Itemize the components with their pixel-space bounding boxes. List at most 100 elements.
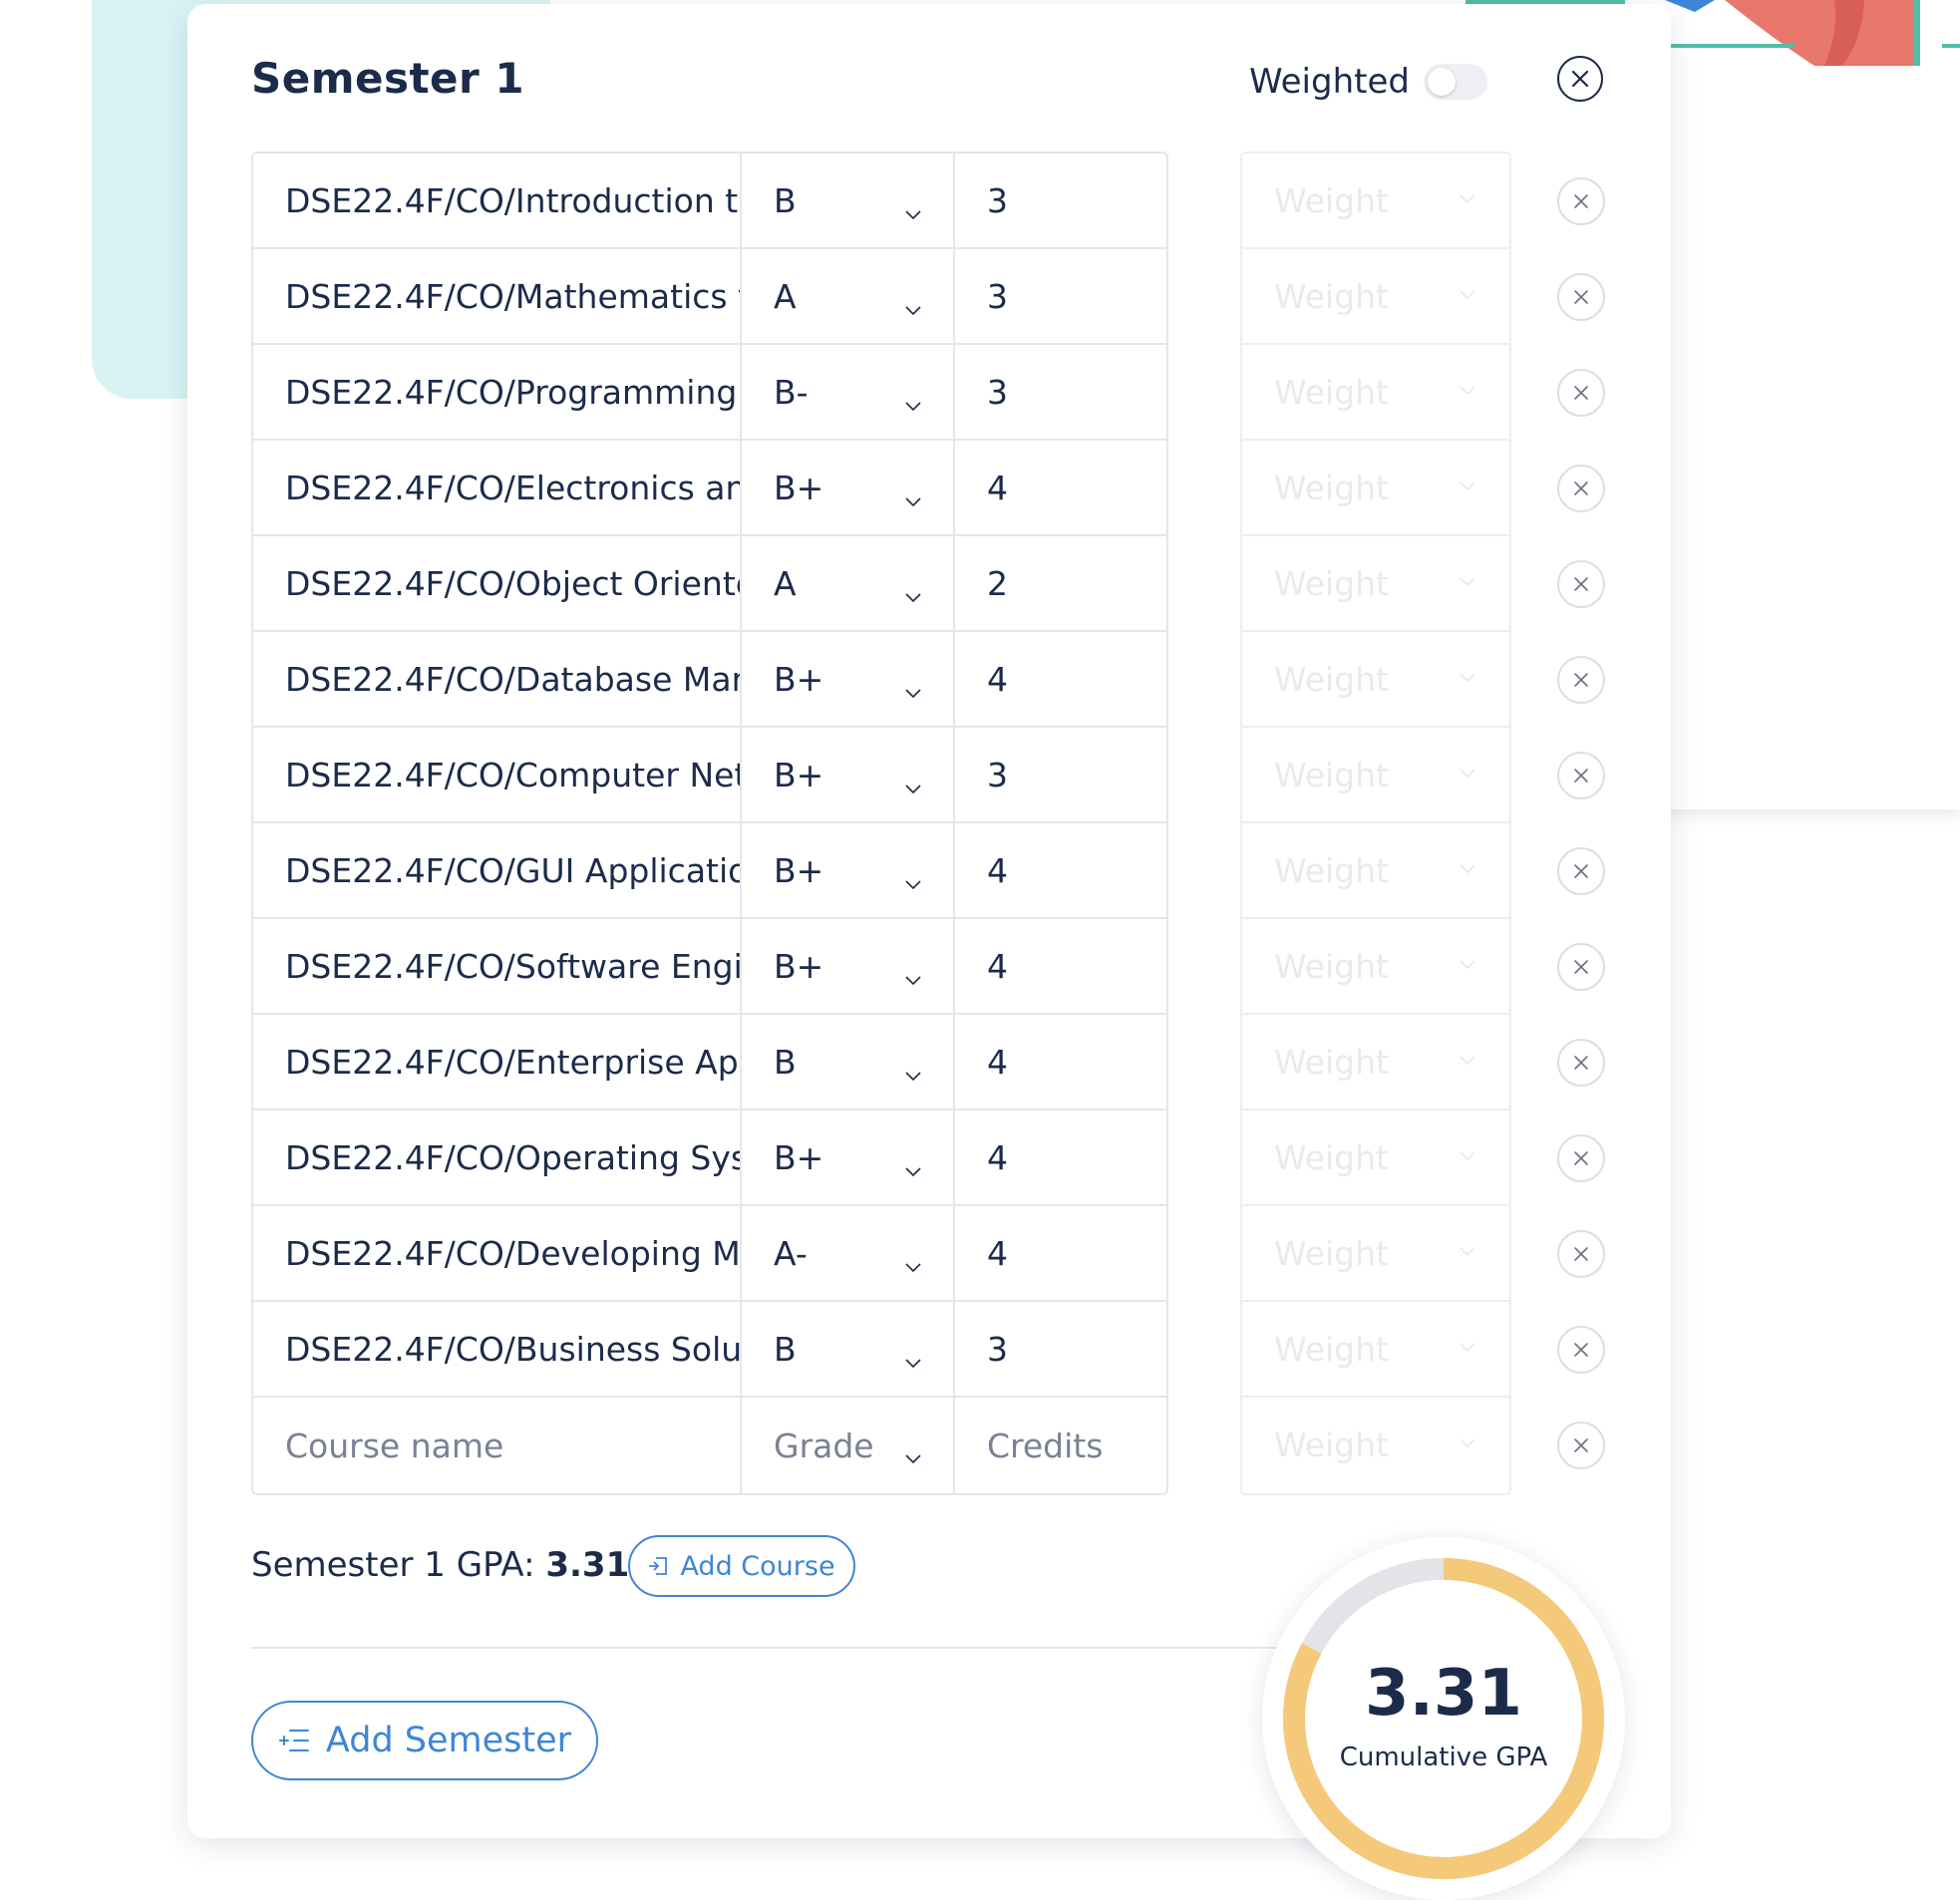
grade-value: B+ bbox=[774, 659, 824, 699]
cumulative-gpa-value: 3.31 bbox=[1365, 1657, 1522, 1731]
close-icon bbox=[1572, 192, 1590, 210]
grade-select[interactable]: B+ bbox=[740, 441, 953, 534]
chevron-down-icon bbox=[1460, 1433, 1475, 1452]
weight-select[interactable]: Weight bbox=[1242, 249, 1509, 345]
credits-input[interactable]: 3 bbox=[953, 249, 1166, 343]
add-course-button[interactable]: Add Course bbox=[628, 1535, 855, 1597]
course-name-input[interactable]: DSE22.4F/CO/Database Mana bbox=[253, 632, 740, 726]
weight-select[interactable]: Weight bbox=[1242, 441, 1509, 536]
add-course-icon bbox=[649, 1557, 668, 1575]
remove-course-button[interactable] bbox=[1557, 656, 1605, 704]
weight-select[interactable]: Weight bbox=[1242, 154, 1509, 249]
credits-input[interactable]: 3 bbox=[953, 1302, 1166, 1396]
credits-input[interactable]: 4 bbox=[953, 441, 1166, 534]
grade-select[interactable]: B- bbox=[740, 345, 953, 439]
remove-course-button[interactable] bbox=[1557, 369, 1605, 417]
remove-course-button[interactable] bbox=[1557, 177, 1605, 225]
course-name-input[interactable]: DSE22.4F/CO/Business Solut bbox=[253, 1302, 740, 1396]
divider bbox=[251, 1647, 1308, 1649]
weight-select[interactable]: Weight bbox=[1242, 1015, 1509, 1110]
course-name-input[interactable]: DSE22.4F/CO/Operating Syst bbox=[253, 1110, 740, 1204]
weight-select[interactable]: Weight bbox=[1242, 536, 1509, 632]
course-name-input[interactable]: DSE22.4F/CO/Programming F bbox=[253, 345, 740, 439]
course-name-input[interactable]: DSE22.4F/CO/Computer Netw bbox=[253, 728, 740, 821]
weighted-label: Weighted bbox=[1249, 62, 1410, 102]
course-name-input[interactable]: DSE22.4F/CO/GUI Application bbox=[253, 823, 740, 917]
chevron-down-icon bbox=[905, 189, 921, 220]
weight-select[interactable]: Weight bbox=[1242, 1110, 1509, 1206]
grade-select[interactable]: B bbox=[740, 1302, 953, 1396]
weight-select[interactable]: Weight bbox=[1242, 1398, 1509, 1493]
weighted-toggle[interactable] bbox=[1424, 64, 1487, 100]
credits-input[interactable]: 2 bbox=[953, 536, 1166, 630]
course-row: DSE22.4F/CO/Software Engin B+ 4 bbox=[253, 919, 1166, 1015]
course-name-input[interactable]: DSE22.4F/CO/Introduction to bbox=[253, 154, 740, 247]
course-name-input[interactable]: DSE22.4F/CO/Software Engin bbox=[253, 919, 740, 1013]
course-row: DSE22.4F/CO/Enterprise App B 4 bbox=[253, 1015, 1166, 1110]
remove-course-button[interactable] bbox=[1557, 752, 1605, 799]
grade-select[interactable]: B bbox=[740, 1015, 953, 1108]
weight-placeholder: Weight bbox=[1274, 1234, 1389, 1273]
weight-select[interactable]: Weight bbox=[1242, 345, 1509, 441]
weight-placeholder: Weight bbox=[1274, 1138, 1389, 1177]
remove-course-button[interactable] bbox=[1557, 1326, 1605, 1374]
remove-course-button[interactable] bbox=[1557, 273, 1605, 321]
course-name-input[interactable]: Course name bbox=[253, 1398, 740, 1493]
credits-input[interactable]: 4 bbox=[953, 1110, 1166, 1204]
course-name-input[interactable]: DSE22.4F/CO/Developing Mo bbox=[253, 1206, 740, 1300]
grade-select[interactable]: B+ bbox=[740, 919, 953, 1013]
grade-select[interactable]: A bbox=[740, 249, 953, 343]
course-name-input[interactable]: DSE22.4F/CO/Object Oriented bbox=[253, 536, 740, 630]
credits-input[interactable]: 3 bbox=[953, 345, 1166, 439]
add-list-icon bbox=[278, 1730, 309, 1751]
semester-card: Semester 1 Weighted DSE22.4F/CO/Introduc… bbox=[187, 4, 1671, 1900]
weight-select[interactable]: Weight bbox=[1242, 823, 1509, 919]
remove-course-button[interactable] bbox=[1557, 1422, 1605, 1469]
remove-course-button[interactable] bbox=[1557, 1230, 1605, 1278]
chevron-down-icon bbox=[905, 1433, 921, 1464]
chevron-down-icon bbox=[1460, 859, 1475, 878]
add-semester-button[interactable]: Add Semester bbox=[251, 1701, 598, 1780]
remove-course-button[interactable] bbox=[1557, 465, 1605, 512]
chevron-down-icon bbox=[905, 381, 921, 412]
credits-input[interactable]: 3 bbox=[953, 728, 1166, 821]
cumulative-gpa-gauge: 3.31 Cumulative GPA bbox=[1262, 1537, 1625, 1900]
chevron-down-icon bbox=[1460, 572, 1475, 591]
remove-course-button[interactable] bbox=[1557, 1039, 1605, 1087]
close-icon bbox=[1572, 1341, 1590, 1359]
chevron-down-icon bbox=[1460, 476, 1475, 495]
credits-input[interactable]: 3 bbox=[953, 154, 1166, 247]
grade-value: A bbox=[774, 276, 797, 316]
grade-select[interactable]: A bbox=[740, 536, 953, 630]
remove-course-button[interactable] bbox=[1557, 560, 1605, 608]
remove-semester-button[interactable] bbox=[1557, 56, 1603, 102]
credits-input[interactable]: 4 bbox=[953, 632, 1166, 726]
credits-input[interactable]: Credits bbox=[953, 1398, 1166, 1493]
credits-input[interactable]: 4 bbox=[953, 1015, 1166, 1108]
credits-input[interactable]: 4 bbox=[953, 919, 1166, 1013]
credits-input[interactable]: 4 bbox=[953, 1206, 1166, 1300]
grade-select[interactable]: B+ bbox=[740, 1110, 953, 1204]
remove-course-button[interactable] bbox=[1557, 847, 1605, 895]
grade-select[interactable]: B+ bbox=[740, 728, 953, 821]
grade-select[interactable]: B+ bbox=[740, 632, 953, 726]
remove-course-button[interactable] bbox=[1557, 1134, 1605, 1182]
grade-select[interactable]: B+ bbox=[740, 823, 953, 917]
remove-course-button[interactable] bbox=[1557, 943, 1605, 991]
course-name-input[interactable]: DSE22.4F/CO/Enterprise App bbox=[253, 1015, 740, 1108]
course-row: DSE22.4F/CO/Database Mana B+ 4 bbox=[253, 632, 1166, 728]
weight-select[interactable]: Weight bbox=[1242, 1302, 1509, 1398]
weight-select[interactable]: Weight bbox=[1242, 632, 1509, 728]
weight-select[interactable]: Weight bbox=[1242, 728, 1509, 823]
course-name-input[interactable]: DSE22.4F/CO/Electronics and bbox=[253, 441, 740, 534]
weight-select[interactable]: Weight bbox=[1242, 919, 1509, 1015]
grade-select[interactable]: A- bbox=[740, 1206, 953, 1300]
grade-select[interactable]: Grade bbox=[740, 1398, 953, 1493]
close-icon bbox=[1572, 1436, 1590, 1454]
course-name-input[interactable]: DSE22.4F/CO/Mathematics fo bbox=[253, 249, 740, 343]
grade-select[interactable]: B bbox=[740, 154, 953, 247]
close-icon bbox=[1572, 384, 1590, 402]
credits-input[interactable]: 4 bbox=[953, 823, 1166, 917]
weight-select[interactable]: Weight bbox=[1242, 1206, 1509, 1302]
chevron-down-icon bbox=[905, 955, 921, 986]
